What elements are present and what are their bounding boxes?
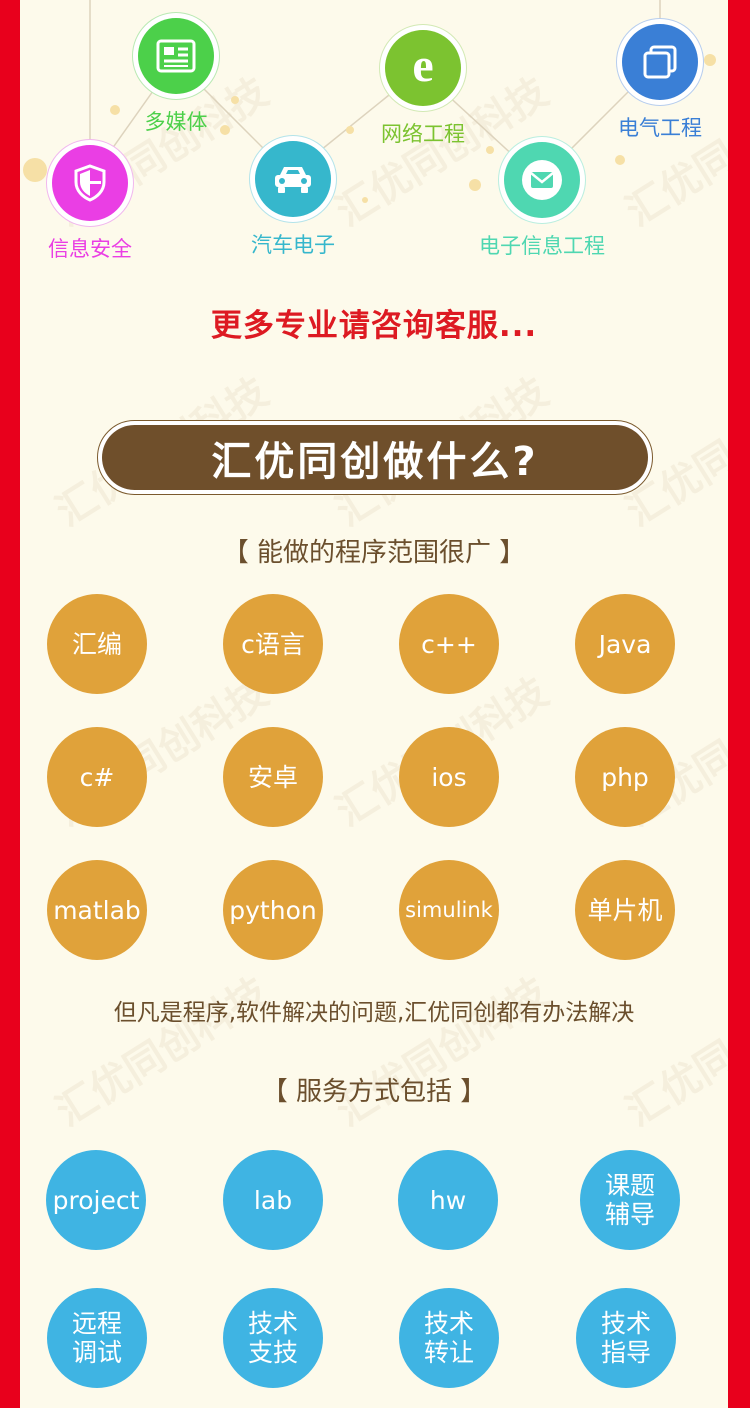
services-heading: 【 服务方式包括 】 (261, 1077, 487, 1107)
program-item: simulink (399, 860, 499, 960)
node-disc (622, 24, 698, 100)
programs-heading: 【 能做的程序范围很广 】 (222, 538, 526, 568)
service-item: 远程 调试 (47, 1288, 147, 1388)
title-banner: 汇优同创做什么? (97, 420, 653, 495)
node-disc (255, 141, 331, 217)
program-item: 安卓 (223, 727, 323, 827)
program-item: 汇编 (47, 594, 147, 694)
mail-icon (522, 160, 562, 200)
node-label: 电子信息工程 (479, 234, 605, 258)
windows-icon (643, 45, 677, 79)
more-majors-text: 更多专业请咨询客服... (210, 308, 538, 344)
node-label: 信息安全 (48, 237, 132, 261)
node-disc (504, 142, 580, 218)
program-item: c# (47, 727, 147, 827)
content-panel: 汇优同创科技 汇优同创科技 汇优同创科技 汇优同创科技 汇优同创科技 汇优同创科… (20, 0, 728, 1408)
newspaper-icon (156, 39, 196, 73)
service-item: 课题 辅导 (580, 1150, 680, 1250)
node-label: 电气工程 (618, 116, 702, 140)
service-item: project (46, 1150, 146, 1250)
node-label: 多媒体 (144, 110, 208, 134)
node-label: 汽车电子 (251, 233, 335, 257)
watermark: 汇优同创科技 (618, 969, 728, 1136)
program-item: python (223, 860, 323, 960)
programs-note: 但凡是程序,软件解决的问题,汇优同创都有办法解决 (113, 1000, 635, 1026)
service-item: hw (398, 1150, 498, 1250)
car-icon (275, 167, 311, 193)
service-item: 技术 指导 (576, 1288, 676, 1388)
banner-title: 汇优同创做什么? (102, 425, 648, 490)
service-item: 技术 转让 (399, 1288, 499, 1388)
program-item: 单片机 (575, 860, 675, 960)
watermark: 汇优同创科技 (328, 969, 557, 1136)
program-item: c语言 (223, 594, 323, 694)
program-item: ios (399, 727, 499, 827)
watermark: 汇优同创科技 (48, 969, 277, 1136)
program-item: php (575, 727, 675, 827)
service-item: 技术 支技 (223, 1288, 323, 1388)
node-label: 网络工程 (381, 122, 465, 146)
shield-icon (74, 164, 106, 202)
node-disc (138, 18, 214, 94)
ie-browser-icon: e (412, 39, 434, 92)
node-disc: e (385, 30, 461, 106)
service-item: lab (223, 1150, 323, 1250)
program-item: Java (575, 594, 675, 694)
program-item: matlab (47, 860, 147, 960)
node-disc (52, 145, 128, 221)
program-item: c++ (399, 594, 499, 694)
